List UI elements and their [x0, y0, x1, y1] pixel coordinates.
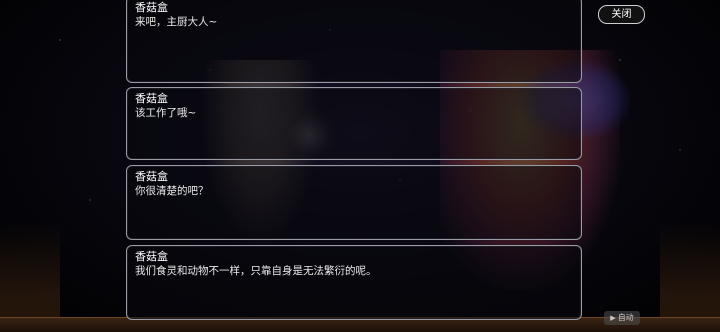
speaker-name: 香菇盒	[135, 170, 168, 183]
ornate-frame-left	[0, 222, 60, 332]
dialog-log-entry[interactable]: 香菇盒 你很清楚的吧？	[126, 165, 582, 240]
close-button[interactable]: 关闭	[598, 5, 645, 24]
speaker-name: 香菇盒	[135, 1, 168, 14]
dialog-text: 我们食灵和动物不一样，只靠自身是无法繁衍的呢。	[135, 265, 377, 277]
speaker-name: 香菇盒	[135, 250, 168, 263]
ornate-frame-right	[660, 222, 720, 332]
speaker-name: 香菇盒	[135, 92, 168, 105]
dialog-log-entry[interactable]: 香菇盒 来吧，主厨大人~	[126, 0, 582, 83]
dialog-log-entry[interactable]: 香菇盒 我们食灵和动物不一样，只靠自身是无法繁衍的呢。	[126, 245, 582, 320]
play-icon: ▶	[610, 314, 616, 322]
dialog-log-entry[interactable]: 香菇盒 该工作了哦~	[126, 87, 582, 160]
auto-play-button[interactable]: ▶ 自动	[604, 311, 640, 325]
dialog-text: 来吧，主厨大人~	[135, 16, 218, 28]
auto-label: 自动	[617, 313, 634, 322]
dialog-text: 该工作了哦~	[135, 107, 197, 119]
story-log-screen: 香菇盒 来吧，主厨大人~ 香菇盒 该工作了哦~ 香菇盒 你很清楚的吧？ 香菇盒 …	[0, 0, 720, 332]
dialog-text: 你很清楚的吧？	[135, 185, 209, 197]
